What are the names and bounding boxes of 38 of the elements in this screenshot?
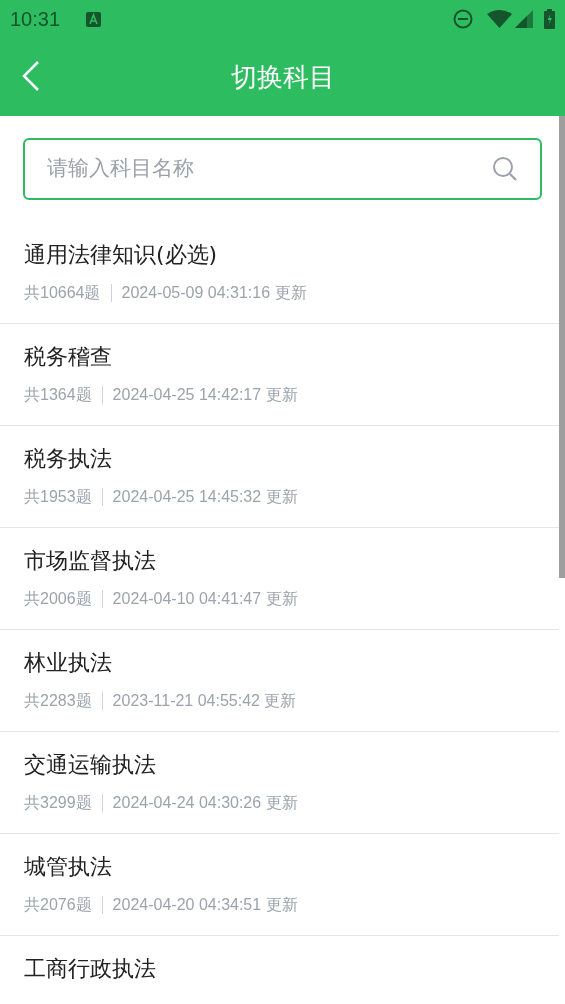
subject-name: 交通运输执法: [24, 751, 157, 779]
update-time: 2024-04-25 14:45:32 更新: [112, 487, 298, 507]
subject-item[interactable]: 交通运输执法 共3299题 2024-04-24 04:30:26 更新: [0, 732, 559, 834]
subject-name: 城管执法: [24, 853, 113, 881]
subject-name: 税务执法: [24, 445, 113, 473]
status-time: 10:31: [10, 7, 61, 32]
search-field[interactable]: 请输入科目名称: [23, 138, 542, 200]
subject-name: 林业执法: [24, 649, 113, 677]
update-time: 2024-04-20 04:34:51 更新: [112, 895, 298, 915]
update-time: 2024-04-24 04:30:26 更新: [112, 793, 298, 813]
subject-item[interactable]: 城管执法 共2076题 2024-04-20 04:34:51 更新: [0, 834, 559, 936]
app-notification-icon: [86, 11, 102, 27]
subject-name: 税务稽查: [24, 343, 113, 371]
battery-icon: [544, 9, 555, 29]
subject-name: 通用法律知识(必选): [24, 241, 219, 269]
subject-name: 市场监督执法: [24, 547, 157, 575]
update-time: 2024-05-09 04:31:16 更新: [121, 283, 307, 303]
search-input[interactable]: 请输入科目名称: [47, 153, 492, 185]
update-time: 2024-04-25 14:42:17 更新: [112, 385, 298, 405]
page-title: 切换科目: [230, 60, 335, 94]
question-count: 共1364题: [24, 385, 92, 405]
subject-item[interactable]: 林业执法 共2283题 2023-11-21 04:55:42 更新: [0, 630, 559, 732]
update-time: 2023-11-21 04:55:42 更新: [112, 691, 297, 711]
question-count: 共2283题: [24, 691, 92, 711]
question-count: 共3299题: [24, 793, 92, 813]
subject-item[interactable]: 工商行政执法: [0, 936, 559, 1004]
wifi-icon: [487, 10, 512, 28]
question-count: 共2006题: [24, 589, 92, 609]
search-icon: [492, 156, 518, 182]
back-icon: [22, 61, 40, 91]
signal-icon: [515, 10, 533, 28]
update-time: 2024-04-10 04:41:47 更新: [112, 589, 298, 609]
subject-item[interactable]: 市场监督执法 共2006题 2024-04-10 04:41:47 更新: [0, 528, 559, 630]
do-not-disturb-icon: [453, 9, 473, 29]
question-count: 共10664题: [24, 283, 101, 303]
question-count: 共1953题: [24, 487, 92, 507]
question-count: 共2076题: [24, 895, 92, 915]
subject-name: 工商行政执法: [24, 955, 157, 983]
